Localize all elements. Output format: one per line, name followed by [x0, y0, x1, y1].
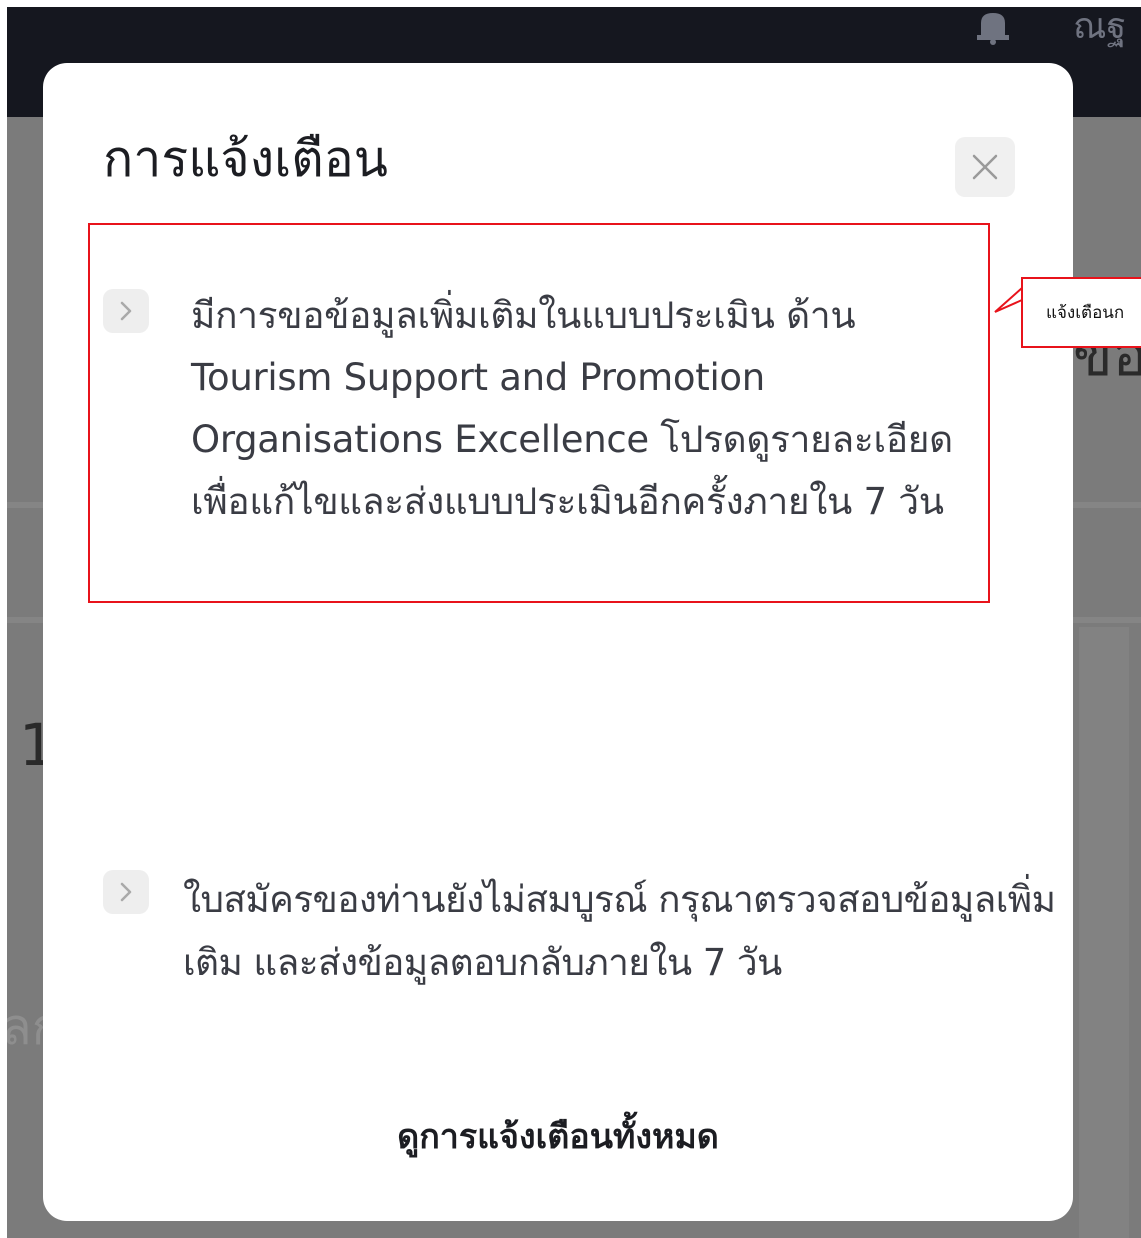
view-all-notifications-link[interactable]: ดูการแจ้งเตือนทั้งหมด	[43, 1109, 1073, 1165]
background-user-name[interactable]: ณฐ	[1073, 7, 1126, 47]
background-card	[1079, 627, 1129, 1238]
annotation-highlight-box	[88, 223, 990, 603]
annotation-callout-text: แจ้งเตือนก	[1046, 303, 1125, 323]
close-icon	[972, 154, 998, 180]
notification-item[interactable]: ใบสมัครของท่านยังไม่สมบูรณ์ กรุณาตรวจสอบ…	[103, 868, 1056, 1008]
annotation-callout: แจ้งเตือนก	[1021, 277, 1141, 348]
notification-text: ใบสมัครของท่านยังไม่สมบูรณ์ กรุณาตรวจสอบ…	[183, 878, 1056, 984]
bell-icon[interactable]	[973, 7, 1013, 45]
close-button[interactable]	[955, 137, 1015, 197]
page: ณฐ ขอ 1 ลก การแจ้งเตือน มีการขอข้อมูลเพิ…	[0, 0, 1141, 1238]
modal-title: การแจ้งเตือน	[103, 130, 388, 188]
chevron-right-icon	[103, 870, 149, 914]
